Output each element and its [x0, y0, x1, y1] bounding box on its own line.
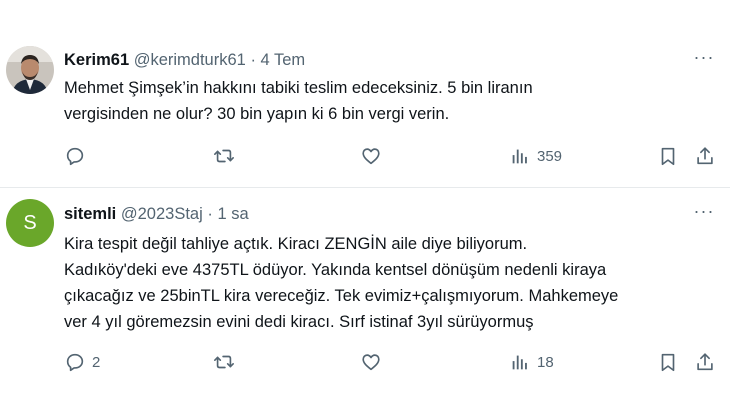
user-handle[interactable]: @2023Staj [121, 205, 203, 223]
like-icon [362, 148, 380, 165]
avatar-photo [6, 46, 54, 94]
tweet-text-line: vergisinden ne olur? 30 bin yapın ki 6 b… [64, 105, 450, 123]
share-button[interactable] [694, 143, 716, 169]
tweet-text-line: ver 4 yıl göremezsin evini dedi kiracı. … [64, 313, 534, 331]
more-icon[interactable]: ··· [692, 202, 716, 225]
user-handle[interactable]: @kerimdturk61 [134, 51, 246, 69]
reply-button[interactable]: 2 [64, 349, 100, 375]
bookmark-icon [661, 353, 675, 372]
bookmark-icon [661, 147, 675, 166]
tweet-text-line: çıkacağız ve 25binTL kira vereceğiz. Tek… [64, 287, 619, 305]
reply-icon [66, 353, 84, 372]
tweet[interactable]: S sitemli @2023Staj · 1 sa ··· Kira tesp… [0, 188, 730, 420]
views-count: 359 [537, 147, 563, 165]
share-icon [697, 353, 713, 371]
retweet-button[interactable] [213, 349, 235, 375]
views-icon [512, 355, 527, 370]
separator-dot: · [207, 205, 213, 223]
bookmark-button[interactable] [657, 349, 679, 375]
timestamp[interactable]: 1 sa [217, 205, 248, 223]
more-icon[interactable]: ··· [692, 48, 716, 71]
bookmark-button[interactable] [657, 143, 679, 169]
display-name[interactable]: sitemli [64, 205, 116, 223]
like-button[interactable] [360, 349, 382, 375]
tweet-text-line: Kadıköy'deki eve 4375TL ödüyor. Yakında … [64, 261, 607, 279]
views-count: 18 [537, 353, 554, 371]
tweet-text-line: Mehmet Şimşek’in hakkını tabiki teslim e… [64, 79, 533, 97]
share-icon [697, 147, 713, 165]
views-button[interactable]: 18 [509, 349, 554, 375]
like-button[interactable] [360, 143, 382, 169]
retweet-icon [214, 355, 234, 369]
retweet-button[interactable] [213, 143, 235, 169]
reply-icon [66, 147, 84, 166]
tweet-header: Kerim61 @kerimdturk61 · 4 Tem [64, 49, 710, 71]
views-icon [512, 149, 527, 164]
separator-dot: · [250, 51, 256, 69]
retweet-icon [214, 149, 234, 163]
tweet[interactable]: Kerim61 @kerimdturk61 · 4 Tem ··· Mehmet… [0, 0, 730, 188]
timestamp[interactable]: 4 Tem [261, 51, 306, 69]
reply-button[interactable] [64, 143, 92, 169]
action-bar: 359 [0, 143, 730, 169]
tweet-text-line: Kira tespit değil tahliye açtık. Kiracı … [64, 235, 528, 253]
like-icon [362, 354, 380, 371]
action-bar: 2 18 [0, 349, 730, 375]
tweet-header: sitemli @2023Staj · 1 sa [64, 203, 710, 225]
reply-count: 2 [92, 353, 101, 371]
tweet-text: Mehmet Şimşek’in hakkını tabiki teslim e… [64, 75, 712, 127]
display-name[interactable]: Kerim61 [64, 51, 129, 69]
avatar[interactable]: S [6, 199, 54, 247]
views-button[interactable]: 359 [509, 143, 562, 169]
avatar[interactable] [6, 46, 54, 94]
tweet-text: Kira tespit değil tahliye açtık. Kiracı … [64, 231, 712, 335]
share-button[interactable] [694, 349, 716, 375]
